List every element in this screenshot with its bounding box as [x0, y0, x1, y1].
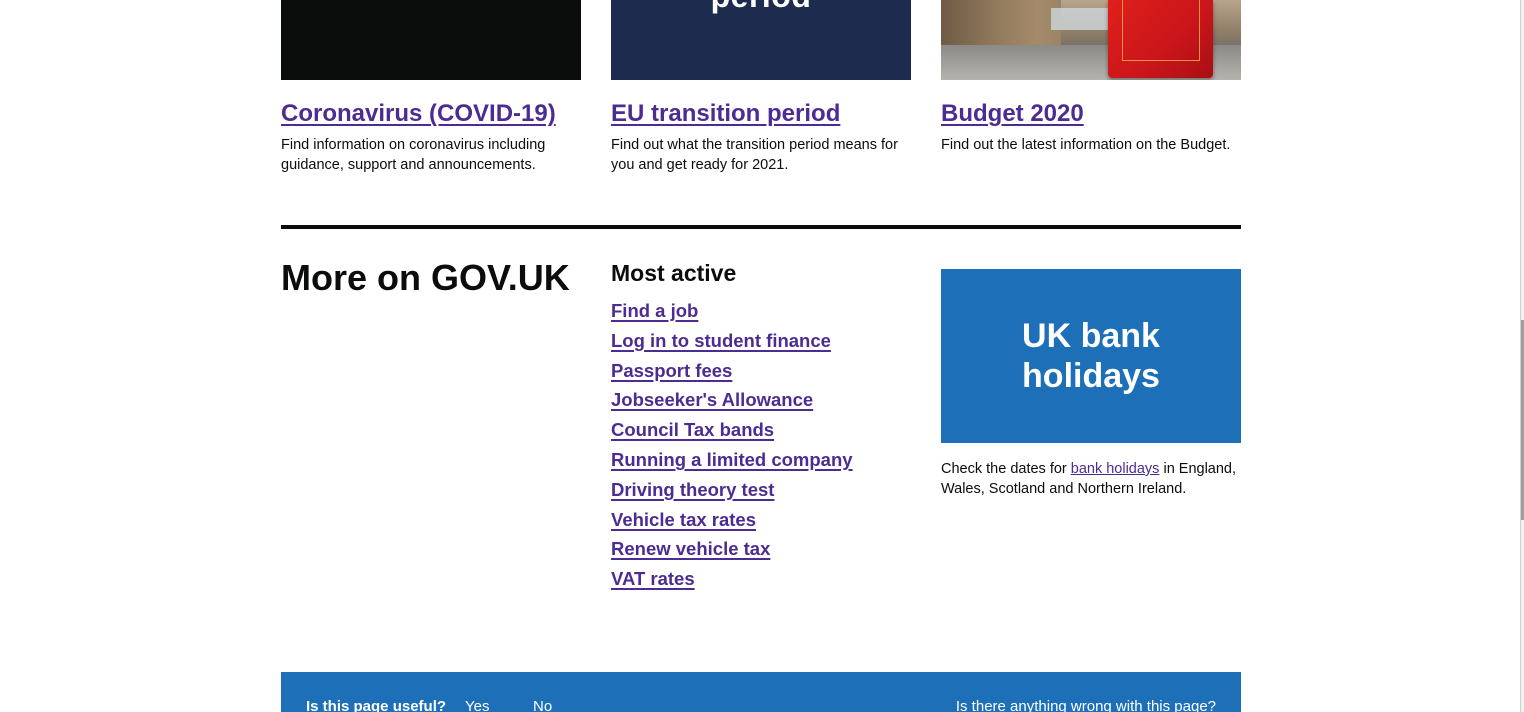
- feedback-bar: Is this page useful? Yes No Is there any…: [281, 672, 1241, 712]
- list-item: Log in to student finance: [611, 326, 911, 356]
- list-item: Council Tax bands: [611, 415, 911, 445]
- section-divider: [281, 225, 1241, 229]
- most-active-heading: Most active: [611, 260, 737, 286]
- most-active-section: Most active Find a job Log in to student…: [611, 258, 911, 594]
- more-on-govuk-heading: More on GOV.UK: [281, 257, 570, 298]
- report-problem-link[interactable]: Is there anything wrong with this page?: [956, 698, 1216, 712]
- list-item: Find a job: [611, 296, 911, 326]
- link-driving-theory-test[interactable]: Driving theory test: [611, 479, 774, 500]
- photo-bridge: [1051, 8, 1111, 30]
- list-item: VAT rates: [611, 564, 911, 594]
- feedback-question: Is this page useful?: [306, 698, 447, 712]
- most-active-list: Find a job Log in to student finance Pas…: [611, 296, 911, 594]
- promo-card-coronavirus: Coronavirus (COVID-19) Find information …: [281, 0, 581, 175]
- red-budget-box-image: [1108, 0, 1213, 78]
- link-jobseekers-allowance[interactable]: Jobseeker's Allowance: [611, 389, 813, 410]
- list-item: Renew vehicle tax: [611, 534, 911, 564]
- promo-card-budget: Budget 2020 Find out the latest informat…: [941, 0, 1241, 155]
- list-item: Running a limited company: [611, 445, 911, 475]
- bank-holidays-description: Check the dates for bank holidays in Eng…: [941, 459, 1241, 499]
- promo-row: Coronavirus (COVID-19) Find information …: [281, 0, 1241, 200]
- link-student-finance[interactable]: Log in to student finance: [611, 330, 831, 351]
- feedback-yes-button[interactable]: Yes: [465, 698, 489, 712]
- page-scrollbar[interactable]: [1520, 0, 1524, 712]
- list-item: Passport fees: [611, 356, 911, 386]
- page: Coronavirus (COVID-19) Find information …: [0, 0, 1524, 712]
- promo-image-text: period: [611, 0, 911, 15]
- list-item: Jobseeker's Allowance: [611, 385, 911, 415]
- link-vehicle-tax-rates[interactable]: Vehicle tax rates: [611, 509, 756, 530]
- link-renew-vehicle-tax[interactable]: Renew vehicle tax: [611, 538, 770, 559]
- promo-link-eu-transition[interactable]: EU transition period: [611, 99, 840, 129]
- link-find-a-job[interactable]: Find a job: [611, 300, 698, 321]
- link-council-tax-bands[interactable]: Council Tax bands: [611, 419, 774, 440]
- link-vat-rates[interactable]: VAT rates: [611, 568, 695, 589]
- promo-image-eu-transition[interactable]: period: [611, 0, 911, 80]
- promo-link-budget[interactable]: Budget 2020: [941, 99, 1084, 129]
- promo-card-eu-transition: period EU transition period Find out wha…: [611, 0, 911, 175]
- promo-image-coronavirus[interactable]: [281, 0, 581, 80]
- bank-holidays-title: UK bank holidays: [1022, 317, 1160, 395]
- link-passport-fees[interactable]: Passport fees: [611, 360, 732, 381]
- bank-holidays-link[interactable]: bank holidays: [1071, 461, 1160, 477]
- promo-description-eu-transition: Find out what the transition period mean…: [611, 137, 898, 173]
- list-item: Driving theory test: [611, 475, 911, 505]
- feedback-no-button[interactable]: No: [533, 698, 552, 712]
- promo-description-budget: Find out the latest information on the B…: [941, 137, 1231, 153]
- bank-holidays-text-before: Check the dates for: [941, 461, 1071, 477]
- promo-image-budget[interactable]: [941, 0, 1241, 80]
- bank-holidays-promo-box[interactable]: UK bank holidays: [941, 269, 1241, 443]
- list-item: Vehicle tax rates: [611, 505, 911, 535]
- bank-holidays-section: UK bank holidays Check the dates for ban…: [941, 269, 1241, 499]
- promo-description-coronavirus: Find information on coronavirus includin…: [281, 137, 546, 173]
- link-limited-company[interactable]: Running a limited company: [611, 449, 853, 470]
- promo-link-coronavirus[interactable]: Coronavirus (COVID-19): [281, 99, 556, 129]
